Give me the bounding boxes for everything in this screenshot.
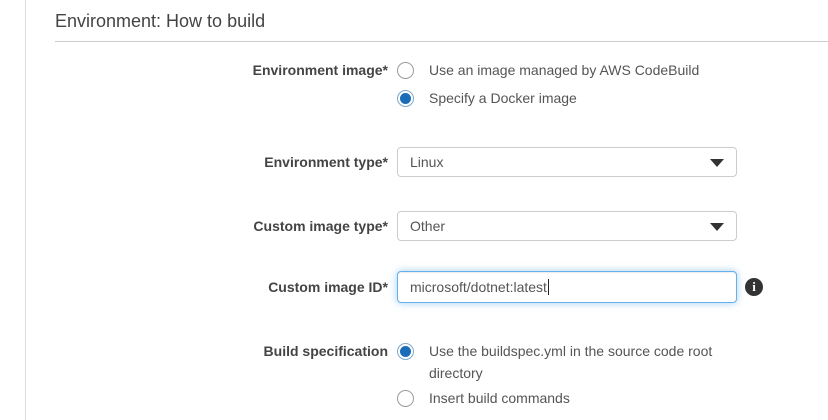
custom-image-type-control: Other: [397, 211, 737, 241]
field-row-custom-image-id: Custom image ID* microsoft/dotnet:latest…: [55, 271, 828, 303]
custom-image-id-control: microsoft/dotnet:latest i: [397, 271, 763, 303]
radio-row-insert-commands: Insert build commands: [397, 384, 744, 412]
caret-down-icon: [710, 223, 724, 231]
environment-type-select[interactable]: Linux: [397, 147, 737, 177]
build-specification-label: Build specification: [263, 343, 388, 359]
environment-type-value: Linux: [410, 154, 444, 170]
field-row-environment-type: Environment type* Linux: [55, 147, 828, 177]
caret-down-icon: [710, 159, 724, 167]
radio-row-docker-image: Specify a Docker image: [397, 84, 699, 112]
environment-type-control: Linux: [397, 147, 737, 177]
radio-label-buildspec-yml: Use the buildspec.yml in the source code…: [429, 343, 713, 381]
info-icon[interactable]: i: [745, 278, 763, 296]
custom-image-type-label: Custom image type*: [253, 218, 388, 234]
build-specification-options: Use the buildspec.yml in the source code…: [397, 340, 744, 412]
radio-row-buildspec-yml: Use the buildspec.yml in the source code…: [397, 340, 744, 384]
radio-insert-build-commands[interactable]: [397, 389, 414, 407]
section-title: Environment: How to build: [55, 11, 266, 31]
custom-image-id-value: microsoft/dotnet:latest: [410, 279, 547, 295]
radio-use-managed-image[interactable]: [397, 61, 414, 79]
panel-border: [25, 0, 26, 420]
custom-image-id-input[interactable]: microsoft/dotnet:latest: [397, 271, 737, 303]
radio-dot: [400, 92, 411, 104]
radio-label-docker-image: Specify a Docker image: [429, 90, 577, 106]
field-row-environment-image: Environment image* Use an image managed …: [55, 56, 828, 112]
section-content: Environment: How to build Environment im…: [0, 0, 828, 412]
environment-build-panel: Environment: How to build Environment im…: [0, 0, 828, 420]
environment-image-options: Use an image managed by AWS CodeBuild Sp…: [397, 56, 699, 112]
field-row-custom-image-type: Custom image type* Other: [55, 211, 828, 241]
custom-image-type-value: Other: [410, 218, 446, 234]
radio-label-managed-image: Use an image managed by AWS CodeBuild: [429, 62, 700, 78]
custom-image-id-label: Custom image ID*: [268, 279, 388, 295]
custom-image-type-select[interactable]: Other: [397, 211, 737, 241]
section-divider: [55, 41, 828, 42]
environment-type-label: Environment type*: [264, 154, 388, 170]
radio-use-buildspec-yml[interactable]: [397, 343, 414, 360]
radio-label-insert-commands: Insert build commands: [429, 390, 570, 406]
radio-row-managed-image: Use an image managed by AWS CodeBuild: [397, 56, 699, 84]
environment-image-label: Environment image*: [252, 62, 388, 78]
field-row-build-specification: Build specification Use the buildspec.ym…: [55, 340, 828, 412]
radio-specify-docker-image[interactable]: [397, 89, 414, 107]
text-cursor: [547, 279, 549, 295]
radio-dot: [400, 346, 411, 357]
